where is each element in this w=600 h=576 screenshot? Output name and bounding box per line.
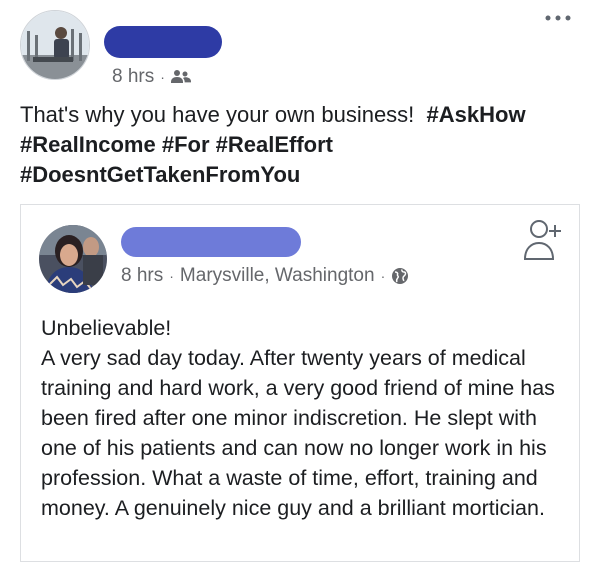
hashtag-link[interactable]: #DoesntGetTakenFromYou: [20, 162, 300, 187]
shared-post-time[interactable]: 8 hrs: [121, 265, 163, 287]
post-meta: 8 hrs ·: [112, 66, 191, 88]
post-time[interactable]: 8 hrs: [112, 66, 154, 88]
shared-post-location[interactable]: Marysville, Washington: [180, 265, 375, 287]
more-options-icon[interactable]: [540, 6, 576, 30]
friends-icon[interactable]: [170, 69, 191, 85]
add-friend-icon[interactable]: [523, 217, 563, 263]
shared-post-meta: 8 hrs · Marysville, Washington ·: [121, 265, 409, 287]
meta-separator: ·: [380, 268, 386, 284]
author-name-redacted: [104, 26, 222, 58]
meta-separator: ·: [169, 268, 174, 284]
meta-separator: ·: [160, 69, 165, 85]
shared-post-text-body: A very sad day today. After twenty years…: [41, 346, 555, 520]
shared-post-text-line1: Unbelievable!: [41, 316, 172, 340]
hashtag-link[interactable]: #RealIncome #For #RealEffort: [20, 132, 333, 157]
shared-author-name-redacted: [121, 227, 301, 257]
post-text-intro: That's why you have your own business!: [20, 102, 415, 127]
shared-post-card[interactable]: 8 hrs · Marysville, Washington · Unbelie…: [20, 204, 580, 562]
post-text: That's why you have your own business! #…: [20, 100, 580, 190]
post-container: 8 hrs · That's why you have your own bus…: [0, 0, 600, 576]
hashtag-link[interactable]: #AskHow: [427, 102, 526, 127]
author-avatar[interactable]: [20, 10, 90, 80]
shared-author-avatar[interactable]: [39, 225, 107, 293]
globe-icon[interactable]: [391, 267, 409, 285]
shared-post-text: Unbelievable! A very sad day today. Afte…: [41, 313, 565, 523]
